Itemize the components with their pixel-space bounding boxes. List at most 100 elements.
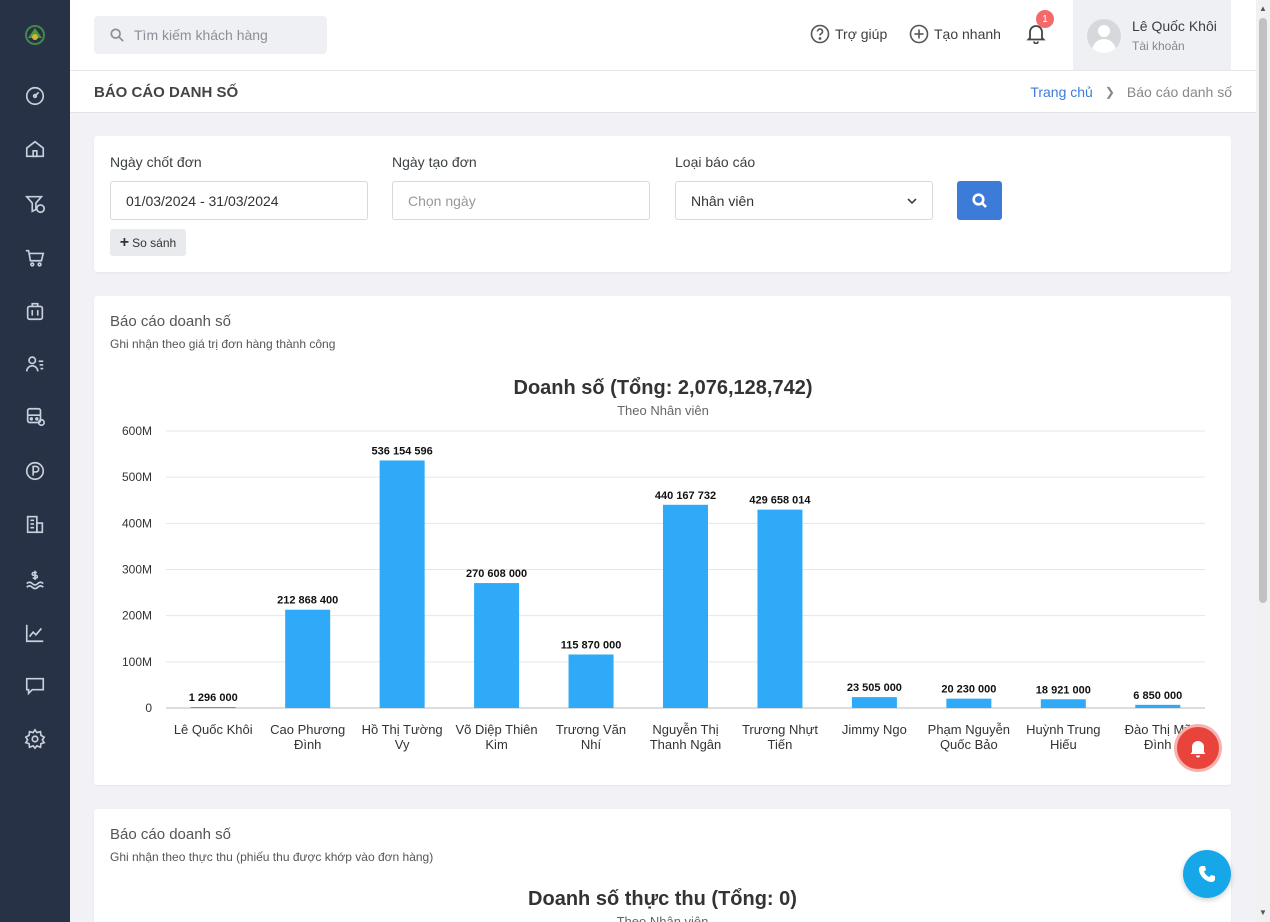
x-tick-label: Vy [395,737,410,752]
chart-title: Doanh số (Tổng: 2,076,128,742) [514,377,813,399]
y-tick-label: 0 [145,701,152,715]
report-subtitle: Ghi nhận theo thực thu (phiếu thu được k… [110,850,434,864]
page-header: BÁO CÁO DANH SỐ Trang chủ ❯ Báo cáo danh… [70,71,1256,113]
logo-icon[interactable] [22,22,48,48]
data-label: 115 870 000 [561,640,622,652]
data-label: 20 230 000 [941,684,996,696]
x-tick-label: Tiến [768,737,793,752]
y-tick-label: 400M [122,516,152,530]
close-date-field[interactable]: 01/03/2024 - 31/03/2024 [110,181,368,220]
scroll-down-icon[interactable]: ▼ [1259,908,1267,917]
y-tick-label: 200M [122,609,152,623]
water-dollar-icon[interactable] [23,567,47,591]
data-label: 440 167 732 [655,490,716,502]
bus-icon[interactable] [23,405,47,429]
x-tick-label: Thanh Ngân [650,737,722,752]
data-label: 536 154 596 [372,445,433,457]
scroll-thumb[interactable] [1259,18,1267,603]
close-date-label: Ngày chốt đơn [110,154,202,170]
call-fab[interactable] [1183,850,1231,898]
report-card-orders: Báo cáo doanh số Ghi nhận theo giá trị đ… [94,296,1231,785]
avatar [1087,19,1121,53]
y-tick-label: 600M [122,424,152,438]
plus-circle-icon [909,24,929,44]
quick-create-link[interactable]: Tạo nhanh [909,24,1001,44]
x-tick-label: Trương Nhựt [742,722,818,737]
x-tick-label: Jimmy Ngo [842,722,907,737]
plus-icon: + [119,233,130,251]
page-title: BÁO CÁO DANH SỐ [94,84,239,101]
data-label: 23 505 000 [847,682,902,694]
search-icon [110,28,124,42]
user-name: Lê Quốc Khôi [1132,18,1217,34]
chat-icon[interactable] [23,674,47,698]
compare-button[interactable]: + So sánh [110,229,186,256]
x-tick-label: Kim [485,737,507,752]
x-tick-label: Hiếu [1050,737,1077,752]
bell-icon [1190,741,1206,758]
dashboard-icon[interactable] [23,84,47,108]
funnel-dollar-icon[interactable] [23,192,47,216]
y-tick-label: 300M [122,563,152,577]
report-type-select[interactable]: Nhân viên [675,181,933,220]
data-label: 18 921 000 [1036,684,1091,696]
scroll-up-icon[interactable]: ▲ [1259,4,1267,13]
create-date-label: Ngày tạo đơn [392,154,477,170]
bar [851,697,897,708]
x-tick-label: Đình [1144,737,1171,752]
breadcrumb-home-link[interactable]: Trang chủ [1030,84,1093,100]
notification-fab[interactable] [1174,724,1222,772]
building-icon[interactable] [23,512,47,536]
top-bar: Trợ giúp Tạo nhanh 1 Lê Quốc Khôi Tài kh… [70,0,1256,71]
chevron-right-icon: ❯ [1104,85,1115,99]
search-button[interactable] [957,181,1002,220]
quick-create-label: Tạo nhanh [934,26,1001,42]
report-title: Báo cáo doanh số [110,826,231,843]
user-role: Tài khoản [1132,39,1185,53]
bar [663,504,708,708]
bar [379,460,425,708]
bar [474,583,520,708]
chevron-down-icon [907,198,917,205]
home-icon[interactable] [23,137,47,161]
cart-icon[interactable] [23,246,47,270]
data-label: 270 608 000 [466,568,527,580]
parking-icon[interactable] [23,459,47,483]
breadcrumb-current: Báo cáo danh số [1126,84,1232,100]
y-tick-label: 100M [122,655,152,669]
user-menu[interactable]: Lê Quốc Khôi Tài khoản [1073,0,1231,70]
report-type-label: Loại báo cáo [675,154,756,170]
filter-card: Ngày chốt đơn 01/03/2024 - 31/03/2024 Ng… [94,136,1231,272]
x-tick-label: Nhí [581,737,602,752]
sidebar [0,0,70,922]
create-date-field[interactable]: Chọn ngày [392,181,650,220]
breadcrumb: Trang chủ ❯ Báo cáo danh số [1030,84,1232,100]
compare-label: So sánh [132,235,177,250]
bar [946,698,992,708]
users-list-icon[interactable] [23,352,47,376]
chart-subtitle: Theo Nhân viên [617,403,709,418]
chart-line-icon[interactable] [23,621,47,645]
bar [757,509,803,708]
search-input[interactable] [134,27,314,43]
bar [568,654,614,708]
data-label: 212 868 400 [277,595,338,607]
y-tick-label: 500M [122,470,152,484]
notification-badge: 1 [1036,10,1054,28]
x-tick-label: Cao Phương [270,722,345,737]
x-tick-label: Nguyễn Thị [652,722,718,737]
customer-search[interactable] [94,16,327,54]
help-label: Trợ giúp [835,26,888,42]
settings-icon[interactable] [23,727,47,751]
briefcase-icon[interactable] [23,299,47,323]
x-tick-label: Quốc Bảo [940,737,998,752]
data-label: 429 658 014 [749,495,811,507]
x-tick-label: Lê Quốc Khôi [174,722,253,737]
report-type-value: Nhân viên [691,192,755,209]
x-tick-label: Đình [294,737,321,752]
bar [285,609,331,708]
data-label: 1 296 000 [189,692,238,704]
x-tick-label: Hồ Thị Tường [362,722,443,737]
search-icon [971,192,987,208]
help-link[interactable]: Trợ giúp [810,24,887,44]
